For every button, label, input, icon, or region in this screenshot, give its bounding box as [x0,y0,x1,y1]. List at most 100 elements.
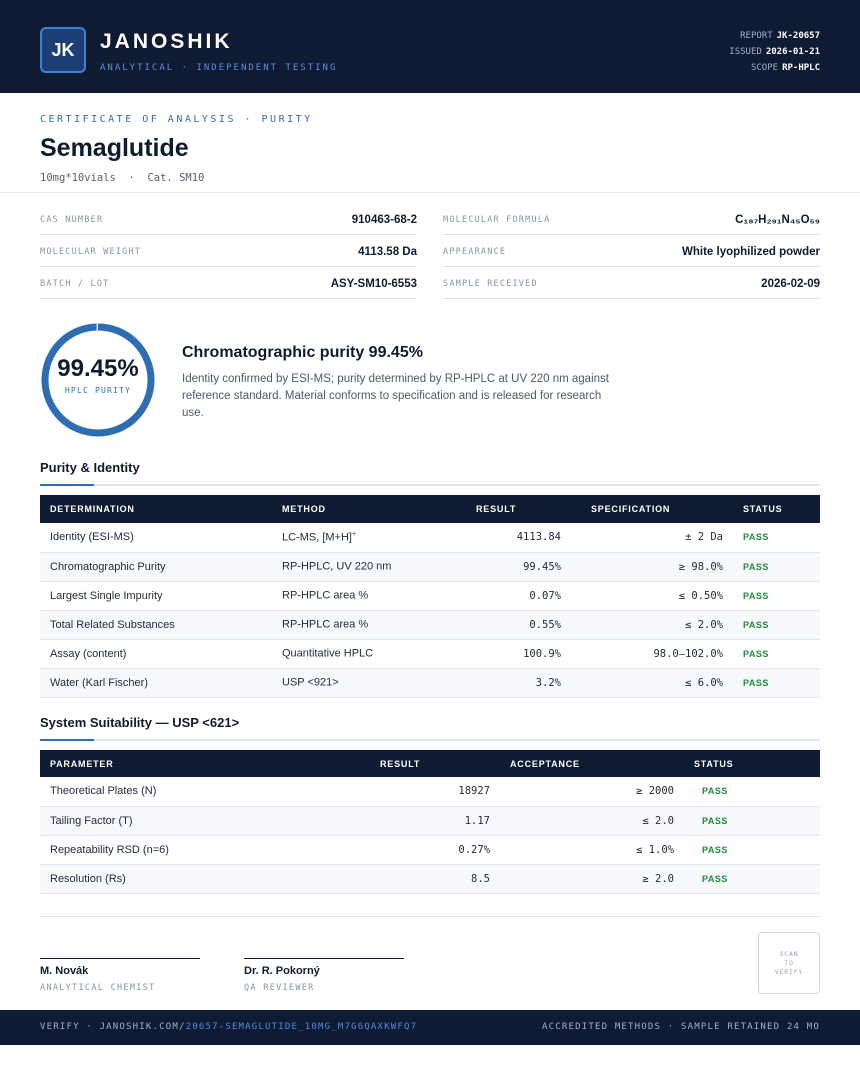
cell-result: 1.17 [370,806,500,836]
table-row: Tailing Factor (T) 1.17 ≤ 2.0 PASS [40,806,820,836]
column-header: DETERMINATION [50,504,135,514]
issued-date: 2026-01-21 [765,47,820,57]
cell-method: RP-HPLC area % [272,581,454,611]
summary-text: Identity confirmed by ESI-MS; purity det… [182,373,609,419]
status-badge: PASS [733,639,820,669]
column-header: STATUS [694,758,734,769]
product-subline: 10mg*10vials · Cat. SM10 [40,172,205,184]
cell-determination: Assay (content) [40,639,272,669]
cell-determination: Chromatographic Purity [40,552,272,582]
title-divider [0,192,860,193]
report-meta: REPORT JK-20657 ISSUED 2026-01-21 SCOPE RP-… [729,28,820,76]
report-id-line: REPORT JK-20657 [740,31,820,41]
info-row: MOLECULAR FORMULA C₁₈₇H₂₉₁N₄₅O₅₉ [443,203,820,235]
cell-specification: ≥ 98.0% [571,552,733,582]
cell-specification: ± 2 Da [571,523,733,553]
cell-method: Quantitative HPLC [272,639,454,669]
cell-parameter: Resolution (Rs) [40,864,370,894]
report-header: JK JANOSHIK ANALYTICAL · INDEPENDENT TES… [0,0,860,93]
cell-method: RP-HPLC area % [272,610,454,640]
signature-name: Dr. R. Pokorný [244,965,320,977]
status-badge: PASS [733,668,820,698]
info-row: APPEARANCE White lyophilized powder [443,235,820,267]
status-badge: PASS [733,552,820,582]
brand-name: JANOSHIK [100,30,233,53]
cell-method: LC-MS, [M+H]+ [272,523,454,553]
table-row: Water (Karl Fischer) USP <921> 3.2% ≤ 6.0% P… [40,668,820,698]
cell-result: 100.9% [454,639,571,669]
table-row: Repeatability RSD (n=6) 0.27% ≤ 1.0% PASS [40,835,820,865]
table-row: Chromatographic Purity RP-HPLC, UV 220 nm… [40,552,820,582]
info-row: MOLECULAR WEIGHT 4113.58 Da [40,235,417,267]
cell-result: 0.55% [454,610,571,640]
summary-title: Chromatographic purity 99.45% [182,344,423,361]
qr-verify-box[interactable]: SCAN TO VERIFY [758,932,820,994]
system-suitability-table: PARAMETER RESULT ACCEPTANCE STATUS Theor… [40,750,820,894]
cell-result: 0.27% [370,835,500,865]
table-row: Total Related Substances RP-HPLC area % 0.… [40,610,820,640]
cell-acceptance: ≥ 2000 [500,777,684,807]
section-rule [40,739,820,741]
report-id: JK-20657 [776,31,820,41]
column-header: STATUS [743,504,783,514]
info-row: SAMPLE RECEIVED 2026-02-09 [443,267,820,299]
section-rule [40,484,820,486]
brand-tagline: ANALYTICAL · INDEPENDENT TESTING [100,63,338,73]
cell-result: 0.07% [454,581,571,611]
cell-result: 4113.84 [454,523,571,553]
cell-specification: ≤ 6.0% [571,668,733,698]
cell-parameter: Repeatability RSD (n=6) [40,835,370,865]
section-rule-accent [40,484,94,486]
table-header-row: PARAMETER RESULT ACCEPTANCE STATUS [40,750,820,777]
table-row: Largest Single Impurity RP-HPLC area % 0.0… [40,581,820,611]
signature-role: QA REVIEWER [244,983,315,993]
column-header: PARAMETER [50,758,114,769]
certificate-label: CERTIFICATE OF ANALYSIS · PURITY [40,114,313,125]
issued-line: ISSUED 2026-01-21 [729,47,820,57]
cell-result: 99.45% [454,552,571,582]
column-header: SPECIFICATION [591,504,671,514]
column-header: RESULT [476,504,517,514]
purity-identity-table: DETERMINATION METHOD RESULT SPECIFICATIO… [40,495,820,698]
section-title-system-suitability: System Suitability — USP <621> [40,715,240,730]
column-header: ACCEPTANCE [510,758,580,769]
scope-line: SCOPE RP-HPLC [750,63,820,73]
cell-determination: Water (Karl Fischer) [40,668,272,698]
section-rule-accent [40,739,94,741]
section-title-purity-identity: Purity & Identity [40,460,140,475]
table-row: Resolution (Rs) 8.5 ≥ 2.0 PASS [40,864,820,894]
signature-block: M. Novák ANALYTICAL CHEMIST [40,958,200,993]
info-row: BATCH / LOT ASY-SM10-6553 [40,267,417,299]
table-row: Assay (content) Quantitative HPLC 100.9% 98… [40,639,820,669]
cell-result: 3.2% [454,668,571,698]
status-badge: PASS [684,835,820,865]
cell-method: RP-HPLC, UV 220 nm [272,552,454,582]
report-footer: VERIFY · JANOSHIK.COM/20657-SEMAGLUTIDE_… [0,1010,860,1045]
info-row: CAS NUMBER 910463-68-2 [40,203,417,235]
table-row: Identity (ESI-MS) LC-MS, [M+H]+ 4113.84 ± 2… [40,523,820,553]
signature-divider [40,916,820,917]
cell-parameter: Tailing Factor (T) [40,806,370,836]
logo-badge: JK [40,27,86,73]
column-header: METHOD [282,504,326,514]
signature-role: ANALYTICAL CHEMIST [40,983,156,993]
cell-parameter: Theoretical Plates (N) [40,777,370,807]
verify-line: VERIFY · JANOSHIK.COM/20657-SEMAGLUTIDE_… [40,1022,418,1032]
status-badge: PASS [684,777,820,807]
cell-determination: Total Related Substances [40,610,272,640]
status-badge: PASS [733,581,820,611]
cell-specification: ≤ 0.50% [571,581,733,611]
status-badge: PASS [733,610,820,640]
cell-result: 18927 [370,777,500,807]
product-name: Semaglutide [40,134,189,162]
table-row: Theoretical Plates (N) 18927 ≥ 2000 PASS [40,777,820,807]
signature-name: M. Novák [40,965,89,977]
footer-note: ACCREDITED METHODS · SAMPLE RETAINED 24 … [542,1022,820,1032]
cell-determination: Identity (ESI-MS) [40,523,272,553]
cell-method: USP <921> [272,668,454,698]
cell-acceptance: ≤ 2.0 [500,806,684,836]
cell-specification: ≤ 2.0% [571,610,733,640]
status-badge: PASS [684,806,820,836]
column-header: RESULT [380,758,421,769]
verify-link[interactable]: 20657-SEMAGLUTIDE_10MG_M7G6QAXKWFQ7 [186,1022,418,1032]
